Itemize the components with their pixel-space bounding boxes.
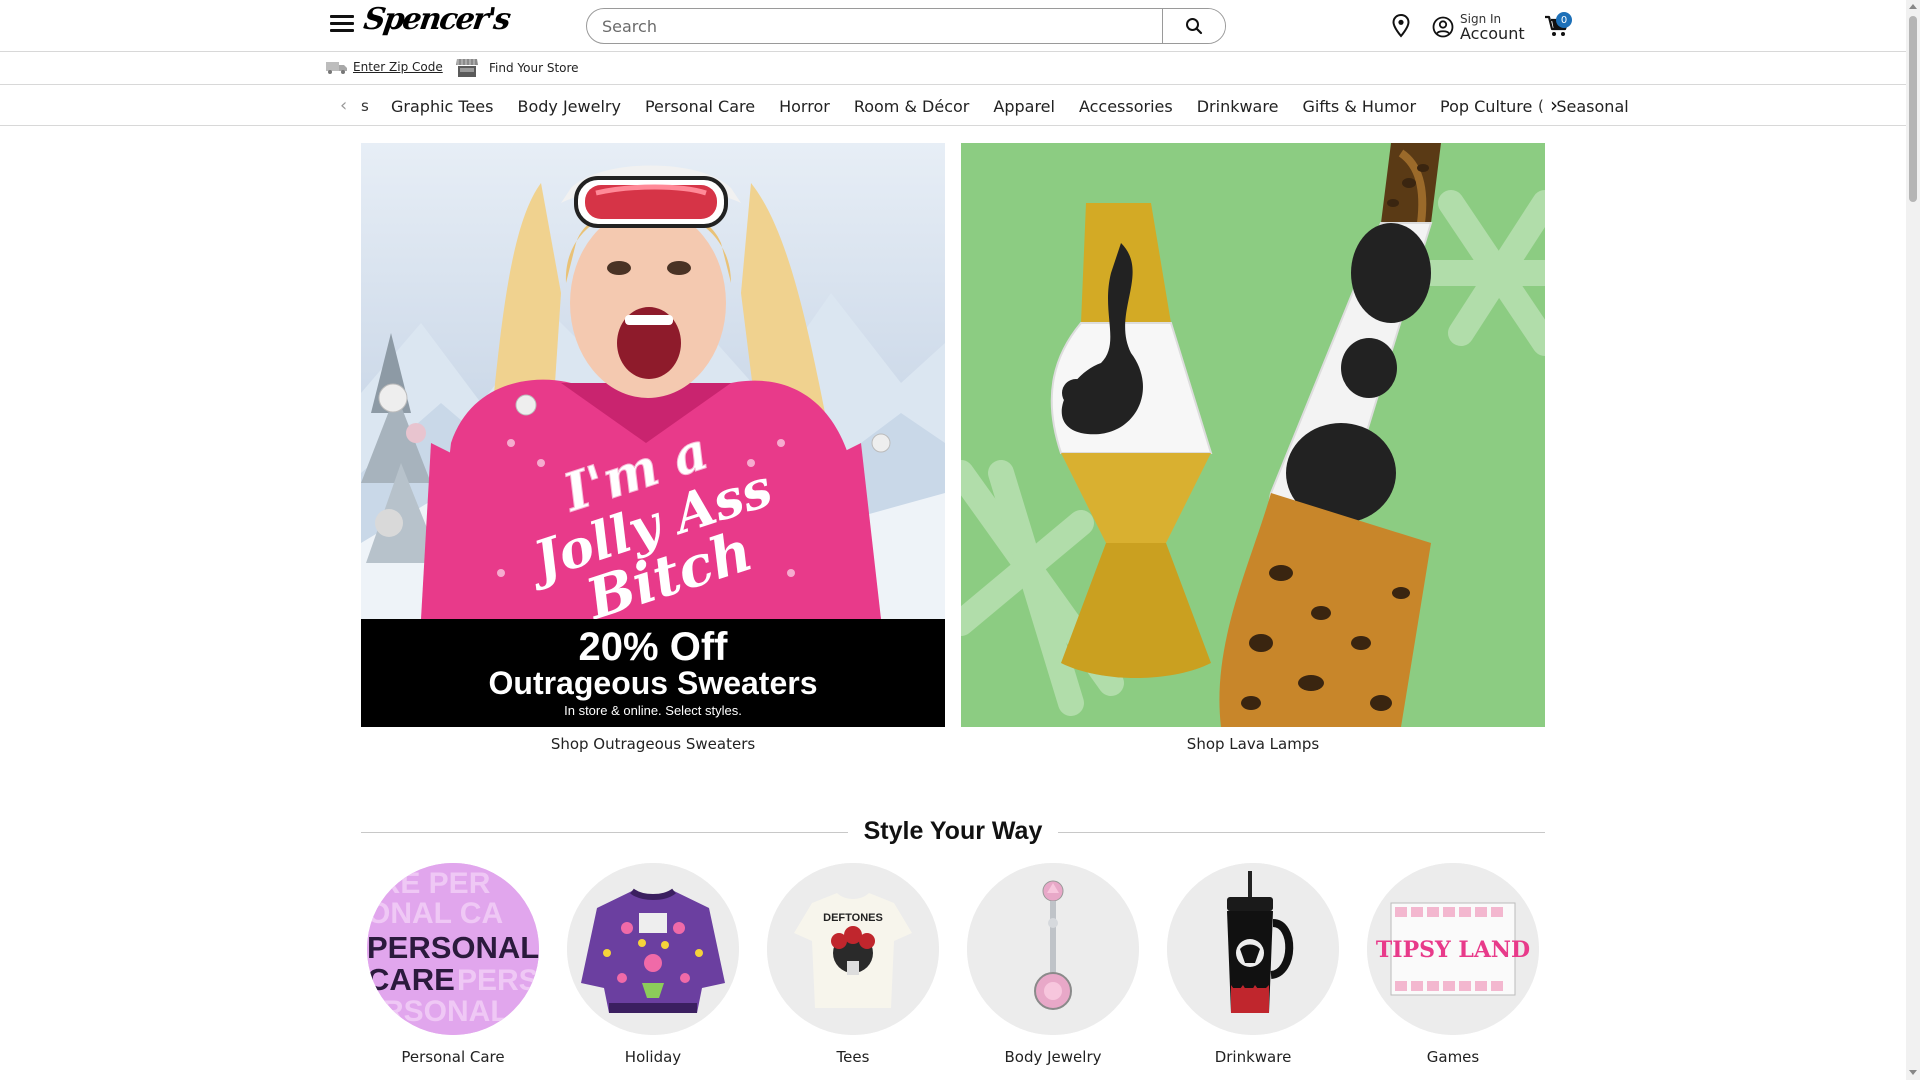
category-nav-item[interactable]: Seasonal bbox=[1556, 97, 1628, 116]
svg-text:CARE: CARE bbox=[367, 962, 455, 997]
category-label-personal-care[interactable]: Personal Care bbox=[353, 1048, 553, 1066]
category-circle-body-jewelry[interactable] bbox=[967, 863, 1139, 1035]
category-nav-item[interactable]: Apparel bbox=[993, 97, 1055, 116]
svg-text:DEFTONES: DEFTONES bbox=[823, 912, 883, 924]
belly-ring-image bbox=[967, 863, 1139, 1035]
site-logo[interactable]: Spencer's bbox=[362, 2, 512, 37]
personal-care-image: ARE PER SONAL CA PERSONAL CARE CARE PERS… bbox=[367, 863, 539, 1035]
lava-lamp-banner[interactable] bbox=[961, 143, 1545, 727]
store-label: Find Your Store bbox=[489, 61, 579, 75]
category-clipped-left[interactable]: s bbox=[361, 97, 369, 115]
cart-count-badge: 0 bbox=[1556, 12, 1572, 28]
category-circle-drinkware[interactable] bbox=[1167, 863, 1339, 1035]
category-label-holiday[interactable]: Holiday bbox=[553, 1048, 753, 1066]
category-nav-item[interactable]: Gifts & Humor bbox=[1302, 97, 1416, 116]
shop-sweaters-link[interactable]: Shop Outrageous Sweaters bbox=[361, 735, 945, 753]
lava-lamps-image bbox=[961, 143, 1545, 727]
category-nav: ‹ s Graphic Tees Body Jewelry Personal Car… bbox=[0, 86, 1906, 126]
category-label-drinkware[interactable]: Drinkware bbox=[1153, 1048, 1353, 1066]
scroll-down-arrow[interactable] bbox=[1909, 1070, 1917, 1075]
user-icon bbox=[1432, 16, 1454, 38]
svg-text:TIPSY LAND: TIPSY LAND bbox=[1376, 937, 1530, 963]
promo-fineprint: In store & online. Select styles. bbox=[564, 702, 742, 718]
category-label-tees[interactable]: Tees bbox=[753, 1048, 953, 1066]
svg-text:ARE PER: ARE PER bbox=[367, 867, 491, 900]
store-locator-bar: Enter Zip Code Find Your Store bbox=[0, 53, 1906, 85]
category-circle-games[interactable]: TIPSY LAND bbox=[1367, 863, 1539, 1035]
delivery-truck-icon bbox=[326, 62, 347, 74]
account-link[interactable]: Sign In Account bbox=[1432, 10, 1525, 44]
category-circle-tees[interactable]: DEFTONES bbox=[767, 863, 939, 1035]
promo-subhead: Outrageous Sweaters bbox=[488, 665, 818, 701]
category-nav-item[interactable]: Drinkware bbox=[1197, 97, 1279, 116]
category-clipped-right[interactable]: ( bbox=[1538, 97, 1544, 115]
chevron-right-icon[interactable]: › bbox=[1550, 93, 1558, 117]
account-label: Account bbox=[1460, 23, 1525, 43]
promo-headline: 20% Off bbox=[578, 625, 728, 669]
svg-text:PERS: PERS bbox=[457, 964, 539, 997]
category-label-games[interactable]: Games bbox=[1353, 1048, 1553, 1066]
search-button[interactable] bbox=[1162, 9, 1225, 43]
category-list: Graphic Tees Body Jewelry Personal Care Hor… bbox=[391, 97, 1653, 116]
zip-label: Enter Zip Code bbox=[353, 60, 443, 74]
category-nav-item[interactable]: Horror bbox=[779, 97, 830, 116]
scrollbar-thumb[interactable] bbox=[1909, 16, 1917, 202]
search-input[interactable] bbox=[587, 9, 1162, 43]
svg-text:ERSONAL: ERSONAL bbox=[367, 995, 509, 1028]
scroll-up-arrow[interactable] bbox=[1909, 4, 1917, 9]
category-circle-personal-care[interactable]: ARE PER SONAL CA PERSONAL CARE CARE PERS… bbox=[367, 863, 539, 1035]
category-label-body-jewelry[interactable]: Body Jewelry bbox=[953, 1048, 1153, 1066]
location-pin-icon[interactable] bbox=[1392, 14, 1410, 38]
site-header: Spencer's Sign In Account 0 bbox=[0, 0, 1906, 52]
sweater-promo-banner[interactable]: I'm a Jolly Ass Bitch 20% Off Outrageous… bbox=[361, 143, 945, 727]
category-circle-holiday[interactable] bbox=[567, 863, 739, 1035]
promo-text-block: 20% Off Outrageous Sweaters In store & o… bbox=[361, 619, 945, 727]
tipsy-land-game-image: TIPSY LAND bbox=[1367, 863, 1539, 1035]
search-bar bbox=[586, 8, 1226, 44]
sign-in-label: Sign In bbox=[1460, 11, 1502, 26]
category-nav-item[interactable]: Room & Décor bbox=[854, 97, 970, 116]
find-store-link[interactable]: Find Your Store bbox=[455, 57, 579, 79]
category-nav-item[interactable]: Body Jewelry bbox=[517, 97, 620, 116]
svg-text:SONAL CA: SONAL CA bbox=[367, 897, 503, 930]
sweater-model-image: I'm a Jolly Ass Bitch bbox=[361, 165, 945, 619]
svg-text:PERSONAL CARE: PERSONAL CARE bbox=[367, 930, 539, 965]
tees-image: DEFTONES bbox=[767, 863, 939, 1035]
category-nav-item[interactable]: Personal Care bbox=[645, 97, 755, 116]
category-nav-item[interactable]: Accessories bbox=[1079, 97, 1173, 116]
category-nav-item[interactable]: Pop Culture bbox=[1440, 97, 1532, 116]
chevron-left-icon[interactable]: ‹ bbox=[340, 95, 347, 116]
category-nav-item[interactable]: Graphic Tees bbox=[391, 97, 493, 116]
enter-zip-link[interactable]: Enter Zip Code bbox=[325, 59, 443, 75]
tumbler-image bbox=[1167, 863, 1339, 1035]
search-icon bbox=[1186, 18, 1203, 35]
style-your-way-heading: Style Your Way bbox=[361, 817, 1545, 846]
holiday-sweater-image bbox=[567, 863, 739, 1035]
shop-lava-lamps-link[interactable]: Shop Lava Lamps bbox=[961, 735, 1545, 753]
page-scrollbar[interactable] bbox=[1906, 0, 1920, 1080]
style-your-way-title: Style Your Way bbox=[847, 817, 1059, 845]
storefront-icon bbox=[456, 59, 478, 77]
menu-icon[interactable] bbox=[330, 15, 354, 37]
